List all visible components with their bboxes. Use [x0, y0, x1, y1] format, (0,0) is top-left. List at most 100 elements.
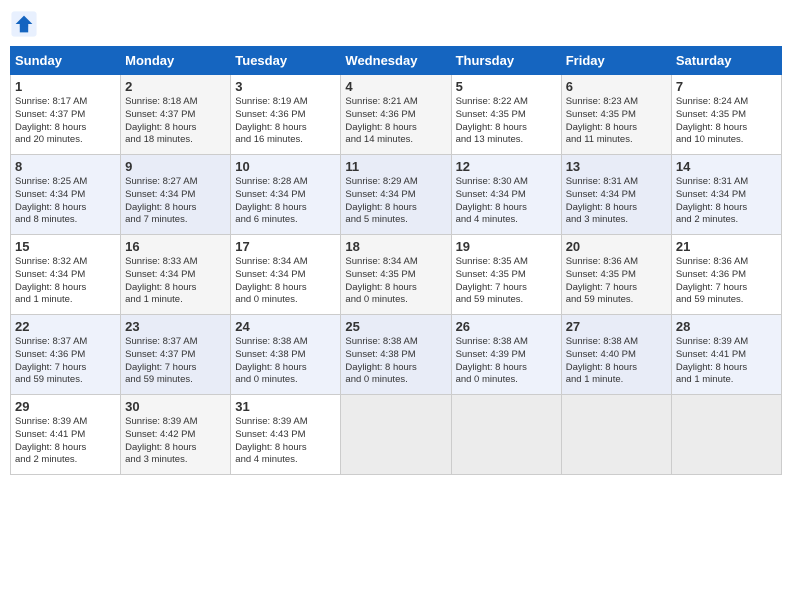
- day-info: Sunrise: 8:19 AM Sunset: 4:36 PM Dayligh…: [235, 96, 336, 147]
- calendar-cell: 15 Sunrise: 8:32 AM Sunset: 4:34 PM Dayli…: [11, 235, 121, 315]
- calendar-cell: [341, 395, 451, 475]
- day-info: Sunrise: 8:28 AM Sunset: 4:34 PM Dayligh…: [235, 176, 336, 227]
- day-number: 17: [235, 239, 336, 254]
- day-number: 14: [676, 159, 777, 174]
- calendar-cell: 29 Sunrise: 8:39 AM Sunset: 4:41 PM Dayli…: [11, 395, 121, 475]
- calendar-cell: 17 Sunrise: 8:34 AM Sunset: 4:34 PM Dayli…: [231, 235, 341, 315]
- calendar-table: SundayMondayTuesdayWednesdayThursdayFrid…: [10, 46, 782, 475]
- calendar-cell: 21 Sunrise: 8:36 AM Sunset: 4:36 PM Dayli…: [671, 235, 781, 315]
- calendar-cell: 20 Sunrise: 8:36 AM Sunset: 4:35 PM Dayli…: [561, 235, 671, 315]
- header-day-tuesday: Tuesday: [231, 47, 341, 75]
- day-number: 31: [235, 399, 336, 414]
- day-info: Sunrise: 8:33 AM Sunset: 4:34 PM Dayligh…: [125, 256, 226, 307]
- calendar-cell: 13 Sunrise: 8:31 AM Sunset: 4:34 PM Dayli…: [561, 155, 671, 235]
- day-number: 10: [235, 159, 336, 174]
- calendar-cell: 12Sunrise: 8:30 AM Sunset: 4:34 PM Dayli…: [451, 155, 561, 235]
- calendar-cell: 19 Sunrise: 8:35 AM Sunset: 4:35 PM Dayli…: [451, 235, 561, 315]
- day-info: Sunrise: 8:34 AM Sunset: 4:34 PM Dayligh…: [235, 256, 336, 307]
- week-row-4: 22 Sunrise: 8:37 AM Sunset: 4:36 PM Dayli…: [11, 315, 782, 395]
- day-info: Sunrise: 8:34 AM Sunset: 4:35 PM Dayligh…: [345, 256, 446, 307]
- calendar-cell: 7 Sunrise: 8:24 AM Sunset: 4:35 PM Daylig…: [671, 75, 781, 155]
- day-number: 25: [345, 319, 446, 334]
- calendar-cell: 4 Sunrise: 8:21 AM Sunset: 4:36 PM Daylig…: [341, 75, 451, 155]
- day-info: Sunrise: 8:32 AM Sunset: 4:34 PM Dayligh…: [15, 256, 116, 307]
- calendar-cell: 2Sunrise: 8:18 AM Sunset: 4:37 PM Daylig…: [121, 75, 231, 155]
- day-info: Sunrise: 8:39 AM Sunset: 4:42 PM Dayligh…: [125, 416, 226, 467]
- day-number: 4: [345, 79, 446, 94]
- day-number: 20: [566, 239, 667, 254]
- calendar-cell: 22 Sunrise: 8:37 AM Sunset: 4:36 PM Dayli…: [11, 315, 121, 395]
- logo: [10, 10, 42, 38]
- day-info: Sunrise: 8:31 AM Sunset: 4:34 PM Dayligh…: [566, 176, 667, 227]
- day-info: Sunrise: 8:38 AM Sunset: 4:40 PM Dayligh…: [566, 336, 667, 387]
- week-row-3: 15 Sunrise: 8:32 AM Sunset: 4:34 PM Dayli…: [11, 235, 782, 315]
- day-number: 30: [125, 399, 226, 414]
- day-number: 19: [456, 239, 557, 254]
- calendar-cell: 8 Sunrise: 8:25 AM Sunset: 4:34 PM Daylig…: [11, 155, 121, 235]
- day-number: 8: [15, 159, 116, 174]
- calendar-cell: 24 Sunrise: 8:38 AM Sunset: 4:38 PM Dayli…: [231, 315, 341, 395]
- day-info: Sunrise: 8:35 AM Sunset: 4:35 PM Dayligh…: [456, 256, 557, 307]
- day-info: Sunrise: 8:38 AM Sunset: 4:39 PM Dayligh…: [456, 336, 557, 387]
- calendar-cell: 26Sunrise: 8:38 AM Sunset: 4:39 PM Dayli…: [451, 315, 561, 395]
- calendar-cell: 25 Sunrise: 8:38 AM Sunset: 4:38 PM Dayli…: [341, 315, 451, 395]
- calendar-cell: 11 Sunrise: 8:29 AM Sunset: 4:34 PM Dayli…: [341, 155, 451, 235]
- day-info: Sunrise: 8:39 AM Sunset: 4:41 PM Dayligh…: [15, 416, 116, 467]
- day-number: 1: [15, 79, 116, 94]
- day-number: 29: [15, 399, 116, 414]
- day-number: 15: [15, 239, 116, 254]
- week-row-5: 29 Sunrise: 8:39 AM Sunset: 4:41 PM Dayli…: [11, 395, 782, 475]
- day-info: Sunrise: 8:21 AM Sunset: 4:36 PM Dayligh…: [345, 96, 446, 147]
- header-day-saturday: Saturday: [671, 47, 781, 75]
- day-number: 16: [125, 239, 226, 254]
- day-info: Sunrise: 8:25 AM Sunset: 4:34 PM Dayligh…: [15, 176, 116, 227]
- calendar-cell: 10 Sunrise: 8:28 AM Sunset: 4:34 PM Dayli…: [231, 155, 341, 235]
- day-info: Sunrise: 8:37 AM Sunset: 4:36 PM Dayligh…: [15, 336, 116, 387]
- day-number: 7: [676, 79, 777, 94]
- day-number: 28: [676, 319, 777, 334]
- day-number: 18: [345, 239, 446, 254]
- day-number: 9: [125, 159, 226, 174]
- day-number: 23: [125, 319, 226, 334]
- header-row: SundayMondayTuesdayWednesdayThursdayFrid…: [11, 47, 782, 75]
- calendar-cell: 18 Sunrise: 8:34 AM Sunset: 4:35 PM Dayli…: [341, 235, 451, 315]
- week-row-2: 8 Sunrise: 8:25 AM Sunset: 4:34 PM Daylig…: [11, 155, 782, 235]
- calendar-cell: 30 Sunrise: 8:39 AM Sunset: 4:42 PM Dayli…: [121, 395, 231, 475]
- header-day-monday: Monday: [121, 47, 231, 75]
- day-info: Sunrise: 8:39 AM Sunset: 4:43 PM Dayligh…: [235, 416, 336, 467]
- day-number: 21: [676, 239, 777, 254]
- header-day-sunday: Sunday: [11, 47, 121, 75]
- day-info: Sunrise: 8:36 AM Sunset: 4:35 PM Dayligh…: [566, 256, 667, 307]
- day-info: Sunrise: 8:37 AM Sunset: 4:37 PM Dayligh…: [125, 336, 226, 387]
- day-info: Sunrise: 8:38 AM Sunset: 4:38 PM Dayligh…: [235, 336, 336, 387]
- day-info: Sunrise: 8:24 AM Sunset: 4:35 PM Dayligh…: [676, 96, 777, 147]
- day-number: 13: [566, 159, 667, 174]
- calendar-cell: [451, 395, 561, 475]
- day-number: 22: [15, 319, 116, 334]
- day-info: Sunrise: 8:36 AM Sunset: 4:36 PM Dayligh…: [676, 256, 777, 307]
- day-number: 11: [345, 159, 446, 174]
- day-info: Sunrise: 8:38 AM Sunset: 4:38 PM Dayligh…: [345, 336, 446, 387]
- calendar-cell: 6Sunrise: 8:23 AM Sunset: 4:35 PM Daylig…: [561, 75, 671, 155]
- day-info: Sunrise: 8:17 AM Sunset: 4:37 PM Dayligh…: [15, 96, 116, 147]
- header-day-wednesday: Wednesday: [341, 47, 451, 75]
- calendar-cell: 5Sunrise: 8:22 AM Sunset: 4:35 PM Daylig…: [451, 75, 561, 155]
- calendar-cell: 16 Sunrise: 8:33 AM Sunset: 4:34 PM Dayli…: [121, 235, 231, 315]
- calendar-cell: 31 Sunrise: 8:39 AM Sunset: 4:43 PM Dayli…: [231, 395, 341, 475]
- day-number: 3: [235, 79, 336, 94]
- day-number: 24: [235, 319, 336, 334]
- day-number: 2: [125, 79, 226, 94]
- calendar-cell: 3 Sunrise: 8:19 AM Sunset: 4:36 PM Daylig…: [231, 75, 341, 155]
- week-row-1: 1 Sunrise: 8:17 AM Sunset: 4:37 PM Daylig…: [11, 75, 782, 155]
- day-number: 27: [566, 319, 667, 334]
- day-number: 6: [566, 79, 667, 94]
- day-info: Sunrise: 8:22 AM Sunset: 4:35 PM Dayligh…: [456, 96, 557, 147]
- day-info: Sunrise: 8:39 AM Sunset: 4:41 PM Dayligh…: [676, 336, 777, 387]
- day-number: 12: [456, 159, 557, 174]
- calendar-cell: 27 Sunrise: 8:38 AM Sunset: 4:40 PM Dayli…: [561, 315, 671, 395]
- calendar-cell: 9Sunrise: 8:27 AM Sunset: 4:34 PM Daylig…: [121, 155, 231, 235]
- logo-icon: [10, 10, 38, 38]
- calendar-cell: 23 Sunrise: 8:37 AM Sunset: 4:37 PM Dayli…: [121, 315, 231, 395]
- calendar-cell: 14Sunrise: 8:31 AM Sunset: 4:34 PM Dayli…: [671, 155, 781, 235]
- day-info: Sunrise: 8:29 AM Sunset: 4:34 PM Dayligh…: [345, 176, 446, 227]
